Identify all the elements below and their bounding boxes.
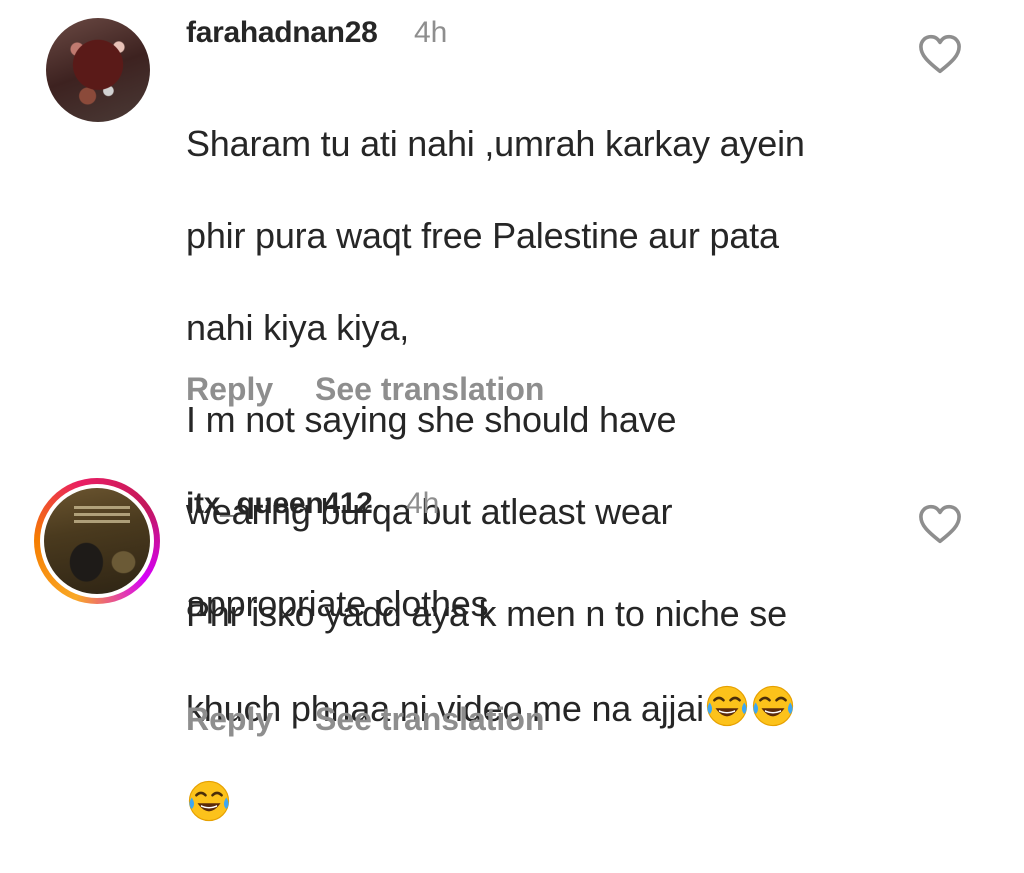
heart-icon[interactable] — [918, 34, 962, 74]
comment-username[interactable]: farahadnan28 — [186, 16, 378, 50]
comment-line: Sharam tu ati nahi ,umrah karkay ayein — [186, 123, 805, 164]
comment-timestamp: 4h — [414, 16, 448, 49]
avatar[interactable] — [44, 488, 150, 594]
tears-of-joy-emoji-icon — [188, 780, 230, 822]
see-translation-button[interactable]: See translation — [315, 371, 544, 408]
comment-line — [186, 778, 796, 827]
heart-icon[interactable] — [918, 504, 962, 544]
story-ring[interactable] — [34, 478, 160, 604]
comment-timestamp: 4h — [406, 487, 440, 520]
comment-line: Phr isko yadd aya k men n to niche se — [186, 593, 787, 634]
reply-button[interactable]: Reply — [186, 371, 273, 408]
comment-line: nahi kiya kiya, — [186, 307, 410, 348]
comment-username[interactable]: itx_queen412 — [186, 487, 373, 521]
tears-of-joy-emoji-icon — [706, 685, 748, 727]
tears-of-joy-emoji-icon — [752, 685, 794, 727]
see-translation-button[interactable]: See translation — [315, 701, 544, 738]
reply-button[interactable]: Reply — [186, 701, 273, 738]
comment-line: phir pura waqt free Palestine aur pata — [186, 215, 779, 256]
avatar[interactable] — [46, 18, 150, 122]
